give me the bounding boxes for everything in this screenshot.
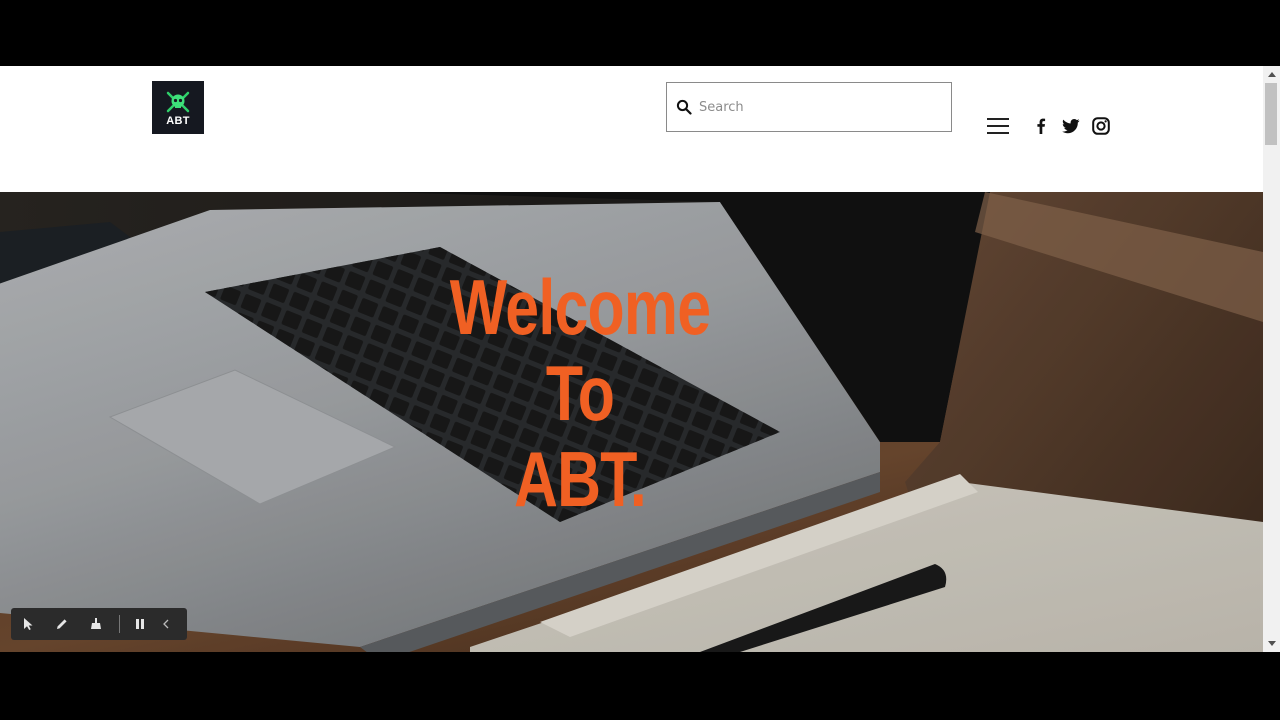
hero-title: Welcome To ABT. [424, 264, 736, 522]
menu-hamburger-icon[interactable] [987, 118, 1009, 136]
skull-emblem-icon [166, 91, 190, 112]
site-logo[interactable]: ABT [152, 81, 204, 134]
search-icon [676, 99, 692, 115]
instagram-icon[interactable] [1091, 116, 1111, 136]
logo-text: ABT [166, 114, 190, 127]
twitter-icon[interactable] [1061, 116, 1081, 136]
scroll-thumb[interactable] [1265, 83, 1277, 145]
eraser-icon [91, 618, 101, 629]
hero-title-line-3: ABT. [513, 435, 647, 523]
search-input[interactable] [699, 95, 939, 119]
pointer-tool-button[interactable] [11, 608, 45, 640]
eraser-tool-button[interactable] [79, 608, 113, 640]
hero-title-line-1: Welcome [449, 263, 711, 351]
scroll-up-button[interactable] [1263, 66, 1280, 83]
hero-banner: Welcome To ABT. [0, 192, 1263, 652]
pen-icon [57, 619, 67, 629]
site-header: ABT [0, 66, 1263, 192]
pointer-icon [24, 618, 33, 630]
chevron-left-icon [163, 619, 169, 629]
collapse-toolbar-button[interactable] [158, 608, 174, 640]
browser-viewport: ABT Search Welcome To ABT. [0, 66, 1280, 652]
scroll-down-button[interactable] [1263, 635, 1280, 652]
letterbox-bottom [0, 652, 1280, 720]
pause-button[interactable] [126, 608, 154, 640]
scroll-down-arrow-icon [1267, 641, 1276, 646]
hero-title-line-2: To [545, 349, 615, 437]
facebook-icon[interactable] [1031, 116, 1051, 136]
vertical-scrollbar[interactable] [1263, 66, 1280, 652]
pen-tool-button[interactable] [45, 608, 79, 640]
search-box[interactable] [666, 82, 952, 132]
toolbar-separator [119, 615, 120, 633]
web-page: ABT Search Welcome To ABT. [0, 66, 1263, 652]
scroll-up-arrow-icon [1267, 72, 1276, 77]
letterbox-top [0, 0, 1280, 66]
recording-toolbar [11, 608, 187, 640]
pause-icon [136, 619, 144, 629]
